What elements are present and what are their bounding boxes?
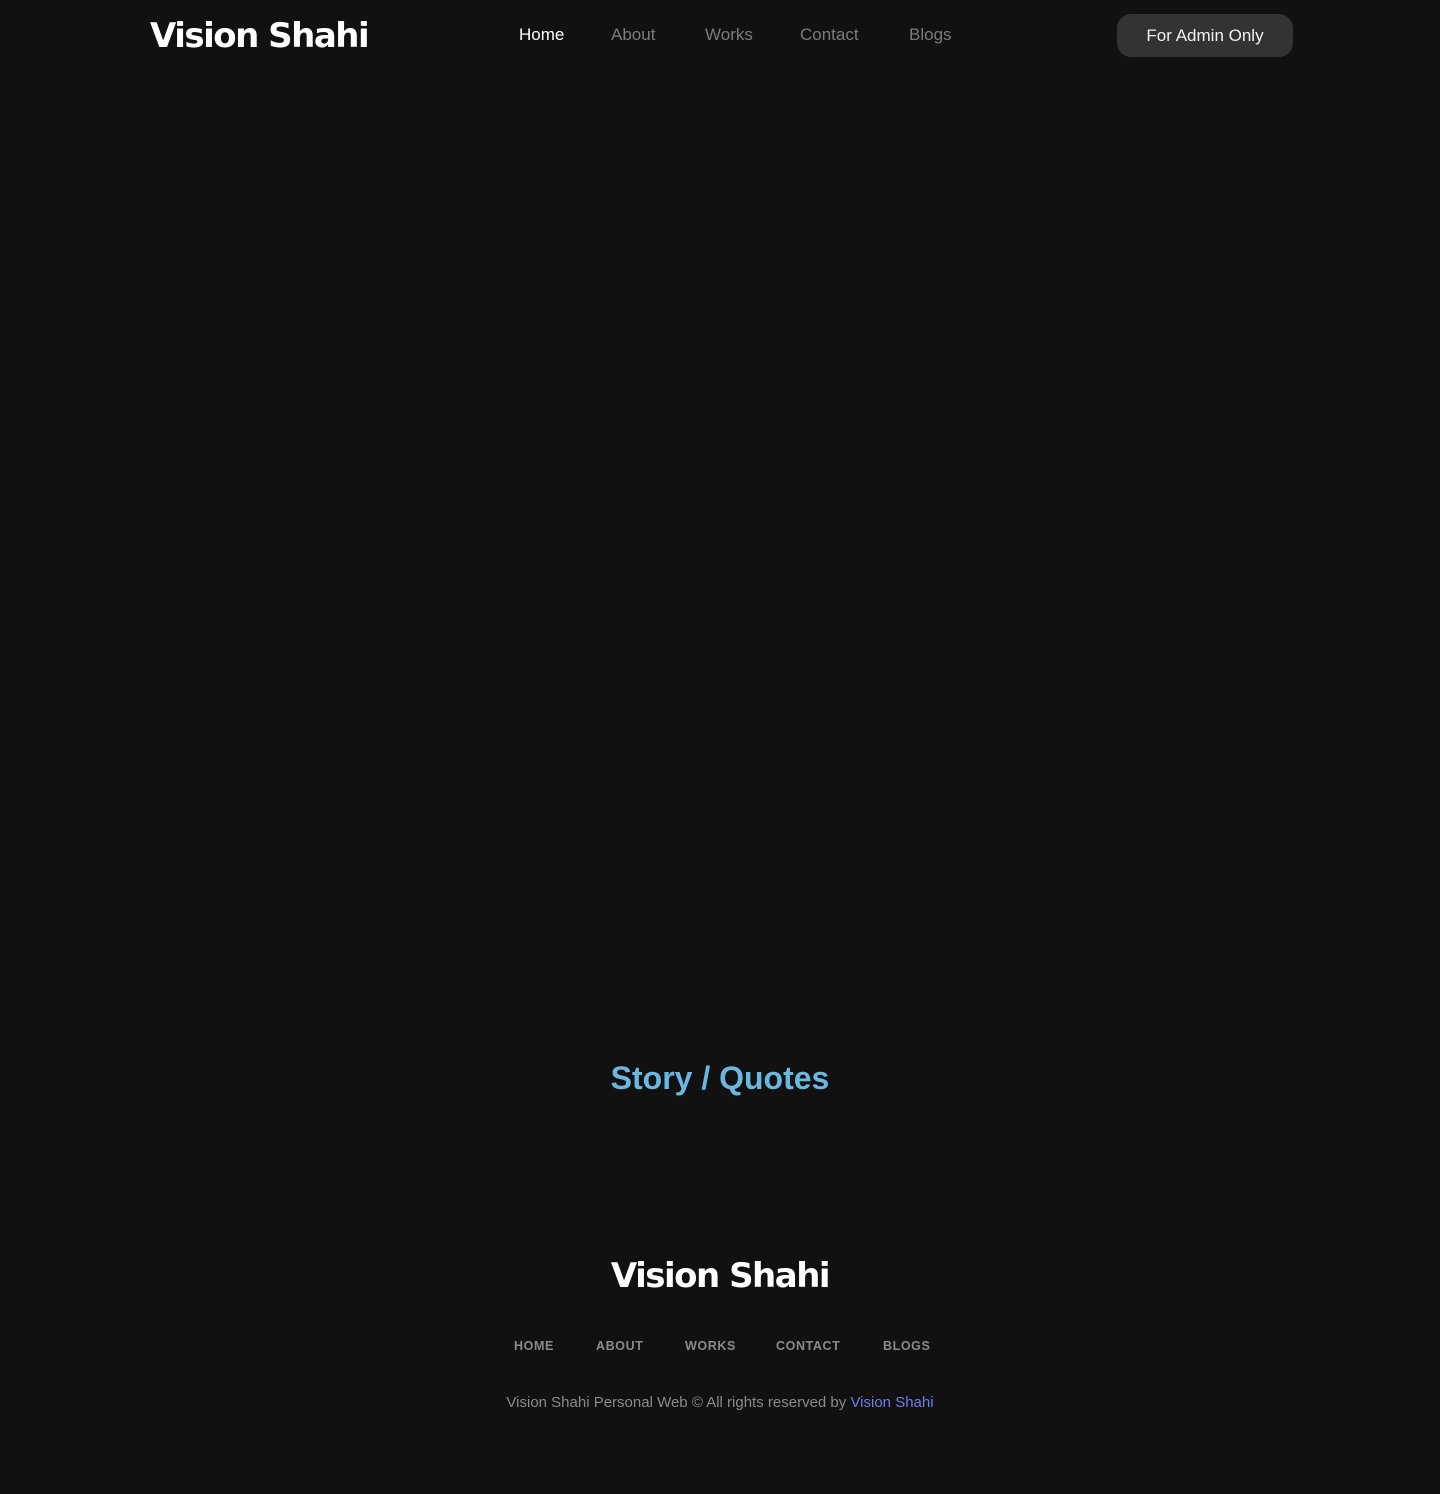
site-header: Vision Shahi Home About Works Contact Bl…: [0, 0, 1440, 70]
nav-blogs[interactable]: Blogs: [909, 24, 952, 46]
nav-about[interactable]: About: [611, 24, 655, 46]
footer-nav: HOME ABOUT WORKS CONTACT BLOGS: [0, 1338, 1440, 1356]
nav-home[interactable]: Home: [519, 24, 564, 46]
copyright-link[interactable]: Vision Shahi: [850, 1394, 933, 1411]
section-title: Story / Quotes: [610, 1060, 830, 1096]
footer-nav-home[interactable]: HOME: [514, 1338, 554, 1355]
copyright-text: Vision Shahi Personal Web © All rights r…: [506, 1394, 847, 1411]
footer-logo: Vision Shahi: [610, 1256, 831, 1296]
footer-nav-works[interactable]: WORKS: [685, 1338, 736, 1355]
footer-nav-blogs[interactable]: BLOGS: [883, 1338, 930, 1355]
nav-works[interactable]: Works: [705, 24, 753, 46]
footer-nav-contact[interactable]: CONTACT: [776, 1338, 840, 1355]
footer-nav-about[interactable]: ABOUT: [596, 1338, 643, 1355]
nav-contact[interactable]: Contact: [800, 24, 859, 46]
page: Vision Shahi Home About Works Contact Bl…: [0, 0, 1440, 1494]
admin-button[interactable]: For Admin Only: [1117, 14, 1293, 57]
copyright: Vision Shahi Personal Web © All rights r…: [0, 1393, 1440, 1413]
